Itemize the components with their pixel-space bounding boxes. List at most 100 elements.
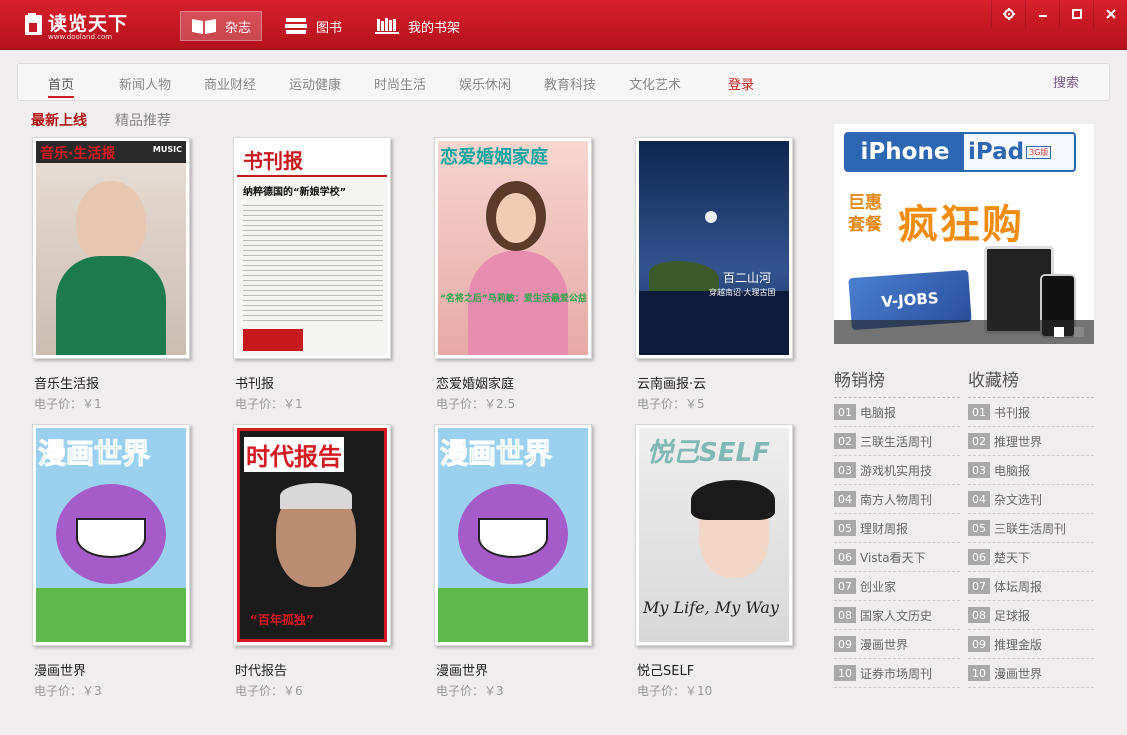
ranking-item[interactable]: 09 推理金版 [968,630,1094,659]
ranking-item[interactable]: 07 创业家 [834,572,960,601]
cover-tagline: MUSIC [152,145,182,154]
tab-books[interactable]: 图书 [274,11,352,41]
ranking-title: 收藏榜 [968,366,1094,398]
rank-name: 理财周报 [860,521,909,536]
cover-masthead: 悦己SELF [647,438,770,468]
magazine-title[interactable]: 云南画报·云 [637,373,795,392]
maximize-button[interactable] [1059,0,1093,28]
tab-latest[interactable]: 最新上线 [31,110,87,130]
cover-image: 音乐·生活报 MUSIC [36,141,186,355]
tab-magazine-label: 杂志 [225,20,252,36]
ranking-item[interactable]: 04 杂文选刊 [968,485,1094,514]
rank-number: 07 [834,578,856,594]
cover-masthead: 音乐·生活报 [40,146,116,162]
rank-name: 漫画世界 [994,666,1043,681]
rank-name: 推理金版 [994,637,1043,652]
ranking-item[interactable]: 01 书刊报 [968,398,1094,427]
close-button[interactable] [1093,0,1127,28]
category-culture-art[interactable]: 文化艺术 [629,74,681,93]
search-link[interactable]: 搜索 [1053,72,1079,91]
ranking-item[interactable]: 06 Vista看天下 [834,543,960,572]
magazine-title[interactable]: 时代报告 [235,660,393,679]
category-fashion[interactable]: 时尚生活 [374,74,426,93]
ranking-item[interactable]: 02 推理世界 [968,427,1094,456]
books-icon [285,18,308,34]
cover-image: 漫画世界 [438,428,588,642]
ad-3g-badge: 3G版 [1026,145,1052,159]
rank-name: 三联生活周刊 [860,434,933,449]
ranking-item[interactable]: 07 体坛周报 [968,572,1094,601]
ad-pager-dot-2[interactable] [1074,327,1084,337]
login-link[interactable]: 登录 [728,74,754,93]
magazine-title[interactable]: 恋爱婚姻家庭 [436,373,594,392]
category-business[interactable]: 商业财经 [204,74,256,93]
magazine-price: 电子价：￥6 [235,684,303,698]
tab-bookshelf[interactable]: 我的书架 [364,11,470,41]
ranking-item[interactable]: 09 漫画世界 [834,630,960,659]
magazine-title[interactable]: 漫画世界 [34,660,192,679]
magazine-cover[interactable]: 悦己SELF My Life, My Way [635,424,793,646]
magazine-card[interactable]: 书刊报 纳粹德国的“新娘学校” 书刊报 电子价：￥1 [233,137,393,412]
ranking-item[interactable]: 03 游戏机实用技 [834,456,960,485]
app-logo[interactable]: 读览天下 www.dooland.com [24,9,134,43]
magazine-card[interactable]: 音乐·生活报 MUSIC 音乐生活报 电子价：￥1 [32,137,192,412]
top-nav: 杂志 图书 我的书架 [180,11,482,41]
magazine-card[interactable]: 悦己SELF My Life, My Way 悦己SELF 电子价：￥10 [635,424,795,699]
magazine-cover[interactable]: 漫画世界 [32,424,190,646]
magazine-cover[interactable]: 时代报告 “百年孤独” [233,424,391,646]
magazine-card[interactable]: 漫画世界 漫画世界 电子价：￥3 [434,424,594,699]
ranking-item[interactable]: 03 电脑报 [968,456,1094,485]
ad-device-banner: iPhone iPad 3G版 [844,132,1076,172]
magazine-cover[interactable]: 恋爱婚姻家庭 “名将之后”马莉敏：爱生活最爱公益 [434,137,592,359]
category-sports-health[interactable]: 运动健康 [289,74,341,93]
magazine-cover[interactable]: 百二山河 穿越南诏·大理古国 [635,137,793,359]
rank-number: 06 [968,549,990,565]
magazine-cover[interactable]: 书刊报 纳粹德国的“新娘学校” [233,137,391,359]
tab-magazine[interactable]: 杂志 [180,11,263,41]
magazine-cover[interactable]: 音乐·生活报 MUSIC [32,137,190,359]
title-bar: 读览天下 www.dooland.com 杂志 图书 我的书架 [0,0,1127,50]
ranking-item[interactable]: 06 楚天下 [968,543,1094,572]
app-title: 读览天下 [48,13,129,35]
magazine-title[interactable]: 音乐生活报 [34,373,192,392]
magazine-title[interactable]: 漫画世界 [436,660,594,679]
cover-image: 百二山河 穿越南诏·大理古国 [639,141,789,355]
cover-headline: My Life, My Way [643,598,779,617]
category-entertainment[interactable]: 娱乐休闲 [459,74,511,93]
rank-name: 书刊报 [994,405,1031,420]
settings-button[interactable] [991,0,1025,28]
ranking-item[interactable]: 10 证券市场周刊 [834,659,960,688]
tab-featured[interactable]: 精品推荐 [115,110,171,130]
ad-ipad-group: iPad 3G版 [968,134,1052,170]
ranking-item[interactable]: 01 电脑报 [834,398,960,427]
magazine-card[interactable]: 时代报告 “百年孤独” 时代报告 电子价：￥6 [233,424,393,699]
minimize-button[interactable] [1025,0,1059,28]
ranking-item[interactable]: 05 理财周报 [834,514,960,543]
category-news-people[interactable]: 新闻人物 [119,74,171,93]
magazine-title[interactable]: 悦己SELF [637,660,795,679]
ad-pager-dot-1[interactable] [1054,327,1064,337]
category-education-tech[interactable]: 教育科技 [544,74,596,93]
cover-headline: “名将之后”马莉敏：爱生活最爱公益 [440,294,587,304]
magazine-card[interactable]: 恋爱婚姻家庭 “名将之后”马莉敏：爱生活最爱公益 恋爱婚姻家庭 电子价：￥2.5 [434,137,594,412]
tab-bookshelf-label: 我的书架 [408,20,461,36]
rank-name: 楚天下 [994,550,1031,565]
magazine-price: 电子价：￥2.5 [436,397,516,411]
magazine-price: 电子价：￥10 [637,684,713,698]
ranking-item[interactable]: 02 三联生活周刊 [834,427,960,456]
ranking-item[interactable]: 05 三联生活周刊 [968,514,1094,543]
magazine-card[interactable]: 百二山河 穿越南诏·大理古国 云南画报·云 电子价：￥5 [635,137,795,412]
ranking-item[interactable]: 04 南方人物周刊 [834,485,960,514]
cover-image: 漫画世界 [36,428,186,642]
magazine-title[interactable]: 书刊报 [235,373,393,392]
magazine-cover[interactable]: 漫画世界 [434,424,592,646]
ranking-item[interactable]: 08 足球报 [968,601,1094,630]
favorites-ranking: 收藏榜 01 书刊报 02 推理世界 03 电脑报 04 杂文选刊 05 三联生活周刊 0… [968,366,1094,688]
magazine-price: 电子价：￥1 [34,397,102,411]
category-home[interactable]: 首页 [48,74,75,98]
promo-banner[interactable]: iPhone iPad 3G版 巨惠套餐 疯狂购 V-JOBS [834,124,1094,344]
rank-number: 08 [834,607,856,623]
ranking-item[interactable]: 08 国家人文历史 [834,601,960,630]
ranking-item[interactable]: 10 漫画世界 [968,659,1094,688]
magazine-card[interactable]: 漫画世界 漫画世界 电子价：￥3 [32,424,192,699]
